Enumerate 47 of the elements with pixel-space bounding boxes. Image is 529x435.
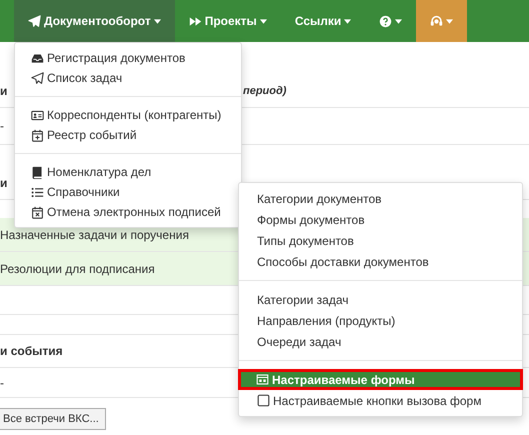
menu-item[interactable]: Направления (продукты): [239, 310, 522, 331]
menu-item[interactable]: Справочники: [15, 182, 241, 202]
menu-item[interactable]: Настраиваемые кнопки вызова форм: [239, 390, 522, 411]
nav-menu-item[interactable]: [416, 0, 468, 42]
menu-item[interactable]: Очереди задач: [239, 331, 522, 352]
fast-forward-icon: [188, 14, 202, 28]
book-icon: [31, 166, 44, 178]
caret-icon: [395, 18, 402, 24]
menu-item[interactable]: Список задач: [15, 68, 241, 88]
paper-plane-icon: [31, 72, 44, 84]
window-icon: [256, 373, 269, 386]
caret-icon: [260, 18, 267, 24]
table-cell: -: [0, 119, 4, 133]
column-heading: период): [243, 84, 286, 96]
caret-icon: [446, 18, 454, 24]
inbox-icon: [31, 52, 44, 64]
menu-item[interactable]: Категории документов: [239, 188, 522, 209]
paper-plane-icon: [28, 14, 41, 28]
menu-item[interactable]: Регистрация документов: [15, 48, 241, 68]
table-cell: Резолюции для подписания: [0, 262, 155, 276]
caret-icon: [344, 18, 352, 24]
menu-item[interactable]: Настраиваемые формы: [238, 369, 523, 390]
menu-item[interactable]: Категории задач: [239, 289, 522, 310]
menu-item[interactable]: Номенклатура дел: [15, 162, 241, 182]
table-cell: Назначенные задачи и поручения: [0, 228, 189, 242]
nav-menu-item[interactable]: Ссылки: [280, 0, 366, 42]
list-icon: [31, 186, 44, 198]
menu-item[interactable]: Способы доставки документов: [239, 251, 522, 272]
menu-item[interactable]: Корреспонденты (контрагенты): [15, 105, 241, 125]
section-heading: и события: [0, 344, 63, 358]
all-meetings-button[interactable]: Все встречи ВКС...: [0, 408, 106, 430]
nav-menu-item[interactable]: Проекты: [174, 0, 281, 42]
section-heading: и: [0, 176, 8, 190]
help-icon: [379, 14, 392, 28]
contact-card-icon: [31, 108, 44, 122]
table-cell: -: [0, 376, 4, 390]
calendar-cross-icon: [31, 206, 44, 218]
menu-item[interactable]: Реестр событий: [15, 125, 241, 145]
caret-icon: [154, 18, 161, 24]
menu-item[interactable]: Формы документов: [239, 209, 522, 230]
calendar-plus-icon: [31, 128, 44, 142]
nav-menu-item[interactable]: Документооборот: [14, 0, 175, 42]
headset-icon: [430, 14, 444, 28]
square-icon: [257, 394, 270, 407]
menu-item[interactable]: Отмена электронных подписей: [15, 202, 241, 222]
menu-item[interactable]: Типы документов: [239, 230, 522, 251]
section-heading: и: [0, 84, 8, 98]
